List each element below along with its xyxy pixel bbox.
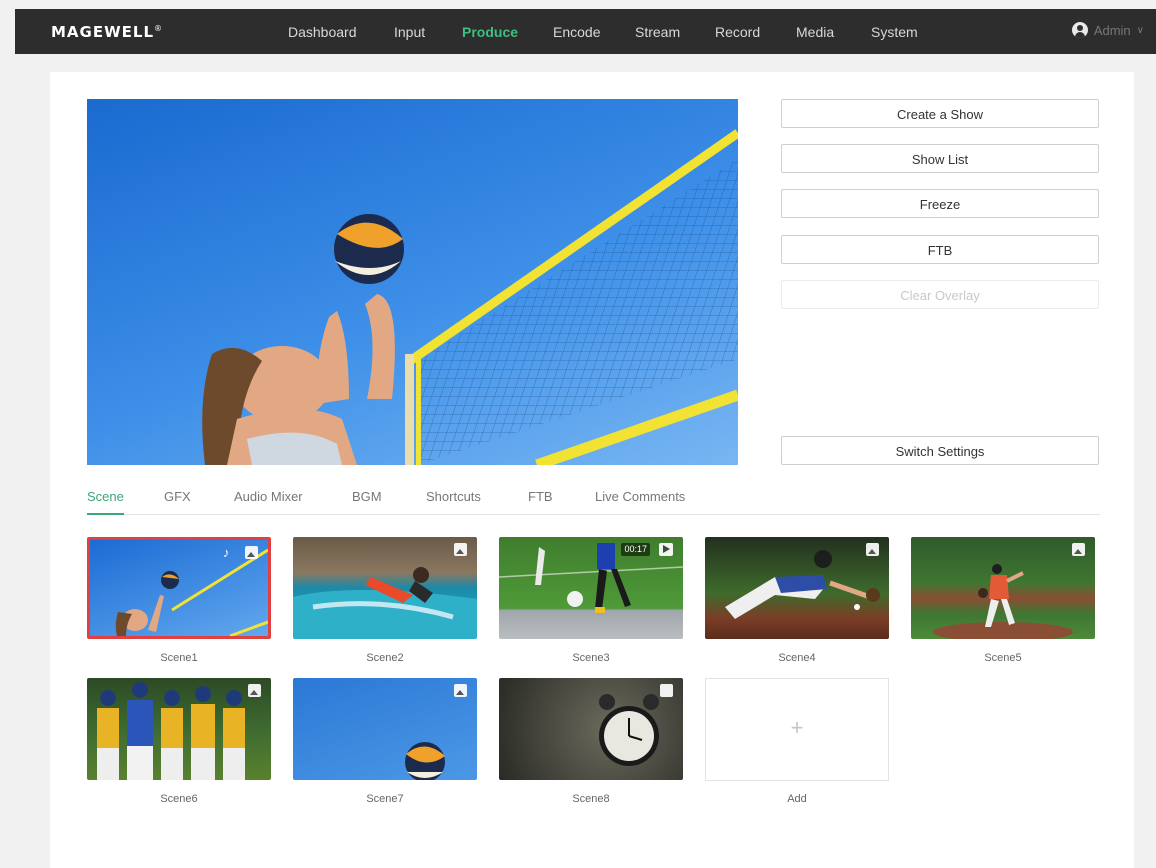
scene2-image xyxy=(293,567,477,639)
brand-logo[interactable]: MAGEWELL® xyxy=(51,23,163,41)
brand-name: MAGEWELL xyxy=(51,23,155,41)
scene-thumbnail[interactable] xyxy=(293,537,477,639)
image-icon xyxy=(454,543,467,556)
scene-label: Scene5 xyxy=(984,652,1022,664)
tab-scene[interactable]: Scene xyxy=(87,489,124,504)
tab-bgm[interactable]: BGM xyxy=(352,489,382,504)
scene8-image xyxy=(599,694,659,766)
tab-active-indicator xyxy=(87,513,124,515)
chevron-down-icon: ∨ xyxy=(1136,24,1144,36)
ftb-button[interactable]: FTB xyxy=(781,235,1099,264)
image-icon xyxy=(454,684,467,697)
scene-thumbnail[interactable]: ♪ xyxy=(87,537,271,639)
duration-badge: 00:17 xyxy=(621,543,650,556)
nav-media[interactable]: Media xyxy=(796,24,834,40)
tab-audio-mixer[interactable]: Audio Mixer xyxy=(234,489,303,504)
avatar-icon xyxy=(1071,22,1088,38)
scene-label: Scene1 xyxy=(160,652,198,664)
show-list-button[interactable]: Show List xyxy=(781,144,1099,173)
switch-settings-button[interactable]: Switch Settings xyxy=(781,436,1099,465)
user-name: Admin xyxy=(1093,22,1131,38)
tab-gfx[interactable]: GFX xyxy=(164,489,191,504)
nav-record[interactable]: Record xyxy=(715,24,760,40)
tab-divider xyxy=(87,514,1100,515)
nav-encode[interactable]: Encode xyxy=(553,24,600,40)
add-scene-button[interactable]: + xyxy=(705,678,889,781)
scene1-image xyxy=(115,548,268,636)
scene-label: Scene7 xyxy=(366,793,404,805)
scene-label: Scene2 xyxy=(366,652,404,664)
scene3-image xyxy=(499,543,683,613)
nav-input[interactable]: Input xyxy=(394,24,425,40)
image-icon xyxy=(245,546,258,559)
nav-dashboard[interactable]: Dashboard xyxy=(288,24,357,40)
scene6-image xyxy=(97,682,245,780)
nav-stream[interactable]: Stream xyxy=(635,24,680,40)
user-menu[interactable]: Admin ∨ xyxy=(1071,22,1144,38)
scene-thumbnail[interactable] xyxy=(911,537,1095,639)
image-icon xyxy=(1072,543,1085,556)
tab-shortcuts[interactable]: Shortcuts xyxy=(426,489,481,504)
music-note-icon: ♪ xyxy=(223,545,230,560)
tab-live-comments[interactable]: Live Comments xyxy=(595,489,685,504)
scene4-image xyxy=(725,550,880,619)
add-scene-label: Add xyxy=(787,793,807,805)
freeze-button[interactable]: Freeze xyxy=(781,189,1099,218)
brand-registered-mark: ® xyxy=(154,24,164,33)
image-icon xyxy=(866,543,879,556)
create-show-button[interactable]: Create a Show xyxy=(781,99,1099,128)
play-icon xyxy=(659,543,673,556)
image-icon xyxy=(248,684,261,697)
scene5-image xyxy=(933,564,1073,639)
scene-label: Scene3 xyxy=(572,652,610,664)
scene7-image xyxy=(405,742,445,780)
scene-thumbnail[interactable] xyxy=(293,678,477,780)
scene-thumbnail[interactable] xyxy=(87,678,271,780)
nav-produce[interactable]: Produce xyxy=(462,24,518,40)
scene-label: Scene4 xyxy=(778,652,816,664)
scene-label: Scene6 xyxy=(160,793,198,805)
program-preview xyxy=(87,99,738,465)
preview-scene-image xyxy=(202,129,738,465)
top-nav-bar: MAGEWELL® Dashboard Input Produce Encode… xyxy=(15,9,1156,54)
scene-thumbnail[interactable] xyxy=(705,537,889,639)
scene-thumbnail[interactable]: 00:17 xyxy=(499,537,683,639)
plus-icon: + xyxy=(790,715,804,740)
comment-icon xyxy=(660,684,673,697)
tab-ftb[interactable]: FTB xyxy=(528,489,553,504)
nav-system[interactable]: System xyxy=(871,24,918,40)
scene-thumbnail[interactable] xyxy=(499,678,683,780)
scene-label: Scene8 xyxy=(572,793,610,805)
clear-overlay-button[interactable]: Clear Overlay xyxy=(781,280,1099,309)
